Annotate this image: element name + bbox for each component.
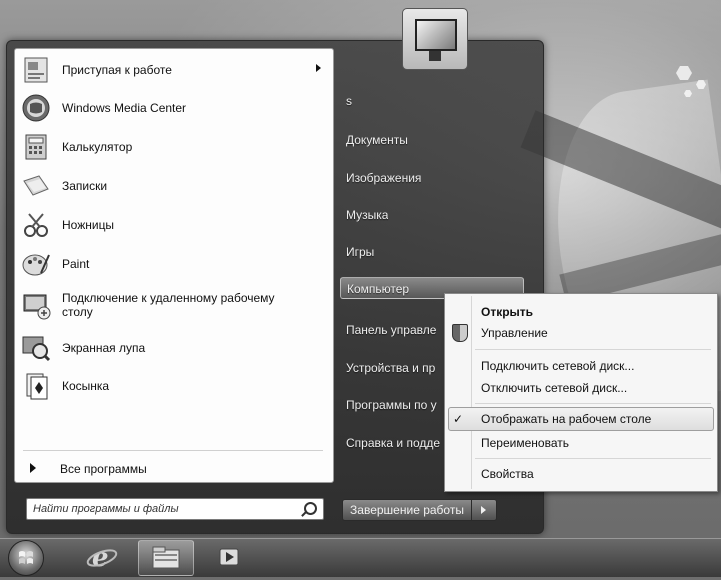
context-menu: Открыть Управление Подключить сетевой ди… — [444, 293, 718, 492]
program-label: Экранная лупа — [62, 341, 146, 355]
getting-started-icon — [24, 57, 48, 83]
program-item-paint[interactable]: Paint — [15, 245, 333, 283]
program-item-calculator[interactable]: Калькулятор — [15, 128, 333, 166]
menu-separator — [475, 458, 711, 459]
taskbar-explorer[interactable] — [138, 540, 194, 576]
sticky-notes-icon — [23, 175, 49, 196]
search-input[interactable] — [31, 500, 295, 518]
menu-item-show-on-desktop[interactable]: Отображать на рабочем столе — [481, 412, 651, 426]
right-item-music[interactable]: Музыка — [346, 208, 388, 222]
submenu-arrow-icon — [316, 64, 321, 72]
right-item-default-programs[interactable]: Программы по у — [346, 398, 442, 412]
wallpaper-hexagon — [676, 66, 692, 80]
taskbar-internet-explorer[interactable]: e — [78, 540, 126, 574]
folder-icon — [152, 546, 180, 569]
solitaire-icon — [26, 373, 48, 400]
right-item-games[interactable]: Игры — [346, 245, 374, 259]
program-item-sticky-notes[interactable]: Записки — [15, 167, 333, 205]
right-item-user[interactable]: s — [346, 94, 352, 108]
program-label: Калькулятор — [62, 140, 133, 154]
taskbar-media-player[interactable] — [208, 540, 248, 574]
remote-desktop-icon — [23, 294, 51, 320]
paint-icon — [22, 254, 50, 276]
user-picture[interactable] — [402, 8, 468, 70]
checkmark-icon: ✓ — [453, 412, 464, 426]
program-item-magnifier[interactable]: Экранная лупа — [15, 329, 333, 367]
program-label: столу — [62, 305, 93, 319]
all-programs-button[interactable]: Все программы — [14, 458, 332, 480]
menu-item-open[interactable]: Открыть — [481, 305, 533, 319]
search-box[interactable] — [26, 498, 324, 520]
right-item-pictures[interactable]: Изображения — [346, 171, 421, 185]
program-item-solitaire[interactable]: Косынка — [15, 367, 333, 405]
programs-pane: Приступая к работе Windows Media Center … — [14, 48, 334, 483]
shield-icon — [452, 324, 468, 342]
right-item-devices-printers[interactable]: Устройства и пр — [346, 361, 442, 375]
menu-item-disconnect-network-drive[interactable]: Отключить сетевой диск... — [481, 381, 627, 395]
calculator-icon — [25, 134, 47, 160]
right-item-documents[interactable]: Документы — [346, 133, 408, 147]
program-label: Косынка — [62, 379, 110, 393]
program-item-getting-started[interactable]: Приступая к работе — [15, 51, 333, 89]
program-item-remote-desktop[interactable]: Подключение к удаленному рабочему столу — [15, 285, 333, 327]
right-item-control-panel[interactable]: Панель управле — [346, 323, 442, 337]
media-center-icon — [22, 94, 50, 122]
program-item-snipping-tool[interactable]: Ножницы — [15, 206, 333, 244]
separator — [23, 450, 323, 451]
menu-item-properties[interactable]: Свойства — [481, 467, 534, 481]
magnifier-icon — [22, 336, 51, 362]
program-label: Ножницы — [62, 218, 115, 232]
program-label: Paint — [62, 257, 90, 271]
search-icon[interactable] — [304, 502, 317, 515]
shutdown-options-button[interactable] — [471, 499, 497, 521]
snipping-tool-icon — [24, 213, 48, 237]
start-button[interactable] — [8, 540, 44, 576]
program-label: Подключение к удаленному рабочему — [62, 291, 275, 305]
program-label: Приступая к работе — [62, 63, 172, 77]
svg-text:e: e — [92, 543, 109, 573]
program-label: Windows Media Center — [62, 101, 187, 115]
internet-explorer-icon: e — [86, 543, 118, 573]
program-label: Записки — [62, 179, 108, 193]
shutdown-button[interactable]: Завершение работы — [342, 499, 472, 521]
menu-separator — [475, 403, 711, 404]
menu-item-rename[interactable]: Переименовать — [481, 436, 569, 450]
menu-item-manage[interactable]: Управление — [481, 326, 548, 340]
media-player-icon — [219, 548, 239, 566]
menu-separator — [475, 349, 711, 350]
all-programs-label: Все программы — [60, 462, 147, 476]
right-item-help-support[interactable]: Справка и подде — [346, 436, 442, 450]
arrow-right-icon — [30, 463, 36, 473]
windows-logo-icon — [19, 551, 33, 564]
computer-monitor-icon — [415, 19, 457, 51]
program-item-media-center[interactable]: Windows Media Center — [15, 89, 333, 127]
menu-item-map-network-drive[interactable]: Подключить сетевой диск... — [481, 359, 634, 373]
